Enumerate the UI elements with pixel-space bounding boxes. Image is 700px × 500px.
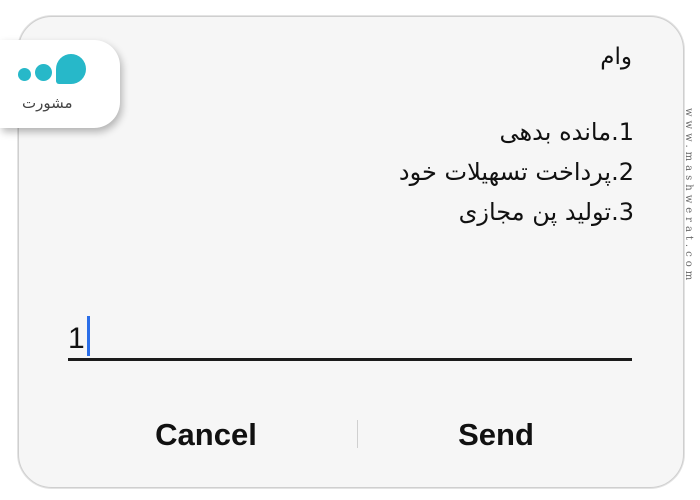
menu-item-virtual-pin: 3.تولید پن مجازی [458, 198, 634, 226]
reply-input[interactable]: 1 [68, 316, 632, 361]
text-caret [86, 316, 90, 356]
send-button[interactable]: Send [346, 410, 646, 460]
reply-input-value[interactable]: 1 [68, 316, 90, 356]
watermark-url: www.mashwerat.com [683, 108, 694, 285]
menu-item-balance: 1.مانده بدهی [499, 118, 635, 146]
brand-logo: مشورت [0, 40, 120, 128]
cancel-button[interactable]: Cancel [56, 410, 356, 460]
dialog-title: وام [600, 44, 632, 70]
dialog-actions: Cancel Send [18, 410, 682, 460]
logo-text: مشورت [22, 94, 73, 112]
menu-item-pay-installments: 2.پرداخت تسهیلات خود [398, 158, 634, 186]
ussd-menu: 1.مانده بدهی 2.پرداخت تسهیلات خود 3.تولی… [399, 112, 634, 232]
